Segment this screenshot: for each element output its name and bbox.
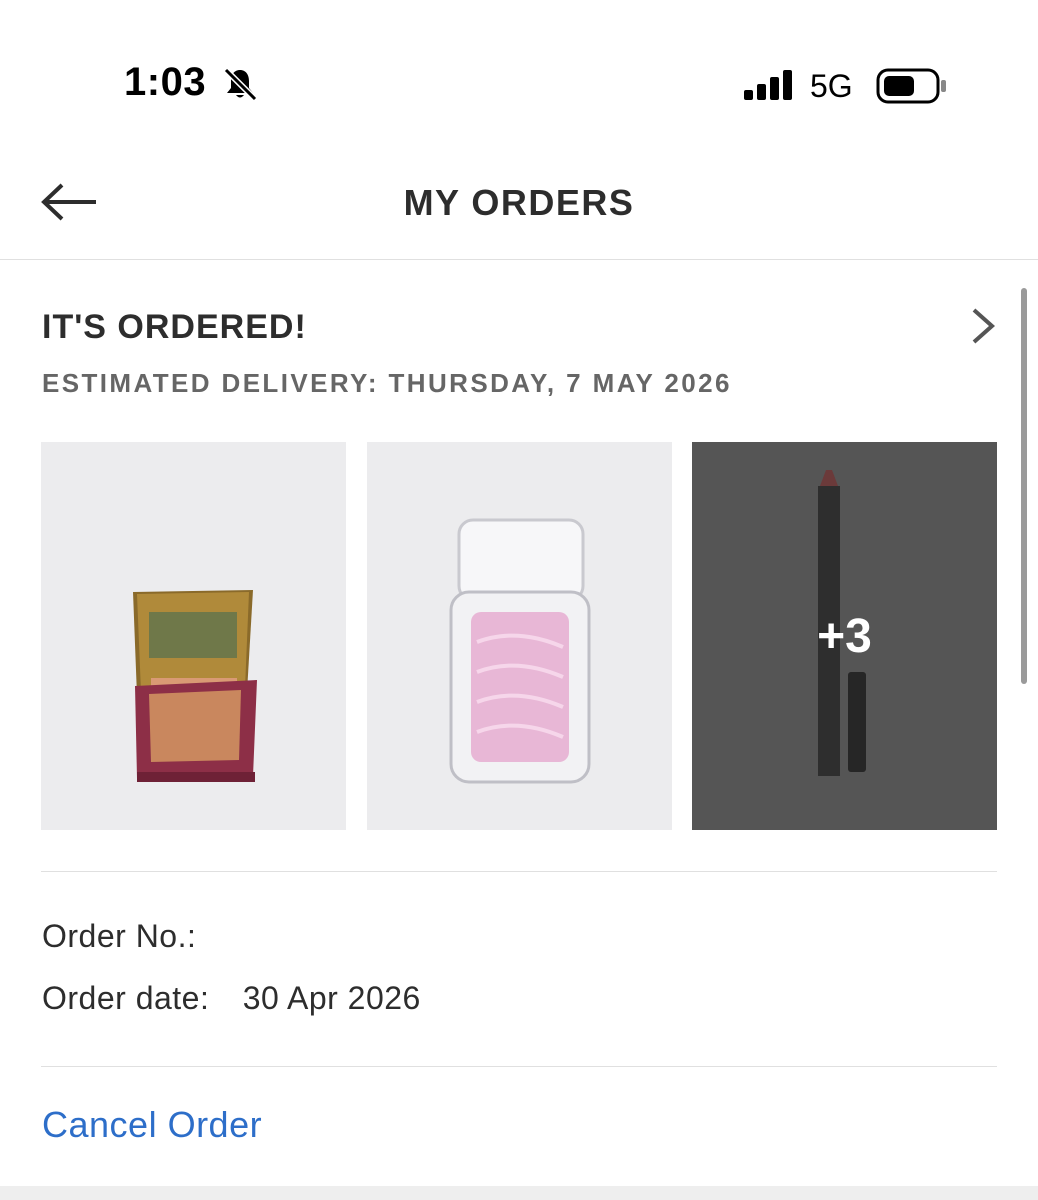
product-thumbnail-bronzer[interactable] [41,442,346,830]
status-time: 1:03 [124,60,207,104]
network-type: 5G [810,68,853,104]
bronzer-image [41,442,346,830]
bell-slash-icon [223,67,258,102]
section-divider [41,871,997,872]
header-divider [0,259,1038,260]
order-status-heading: IT'S ORDERED! [42,308,307,346]
product-thumbnail-highlighter[interactable] [367,442,672,830]
chevron-right-icon[interactable] [966,306,1000,346]
estimated-delivery: ESTIMATED DELIVERY: THURSDAY, 7 MAY 2026 [42,368,732,398]
order-number-row: Order No.: [42,918,230,955]
more-items-count: +3 [817,609,872,663]
cancel-order-link[interactable]: Cancel Order [42,1104,262,1146]
scrollbar[interactable] [1021,288,1027,684]
order-date-row: Order date: 30 Apr 2026 [42,980,421,1017]
order-date-value: 30 Apr 2026 [242,980,421,1016]
battery-icon [876,68,946,104]
product-thumbnail-more[interactable]: +3 [692,442,997,830]
highlighter-image [367,442,672,830]
my-orders-screen: 1:03 5G MY ORDERS IT'S ORDERED! ESTIMATE… [0,0,1038,1200]
page-title: MY ORDERS [403,182,635,223]
section-divider [41,1066,997,1067]
order-date-label: Order date: [42,980,210,1016]
next-card-edge [0,1186,1038,1200]
cellular-signal-icon [744,70,792,100]
order-number-label: Order No.: [42,918,197,954]
